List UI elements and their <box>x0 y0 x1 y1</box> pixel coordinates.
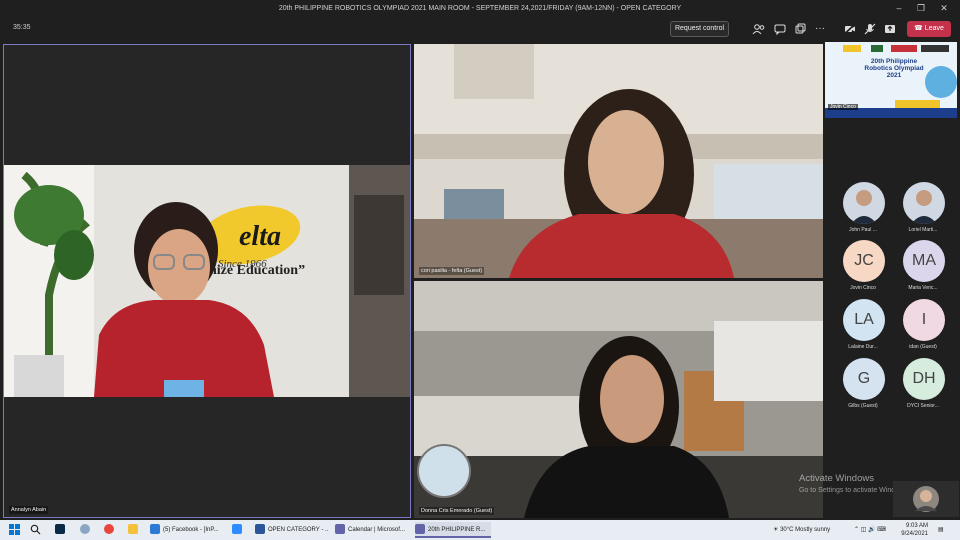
taskbar-app-button[interactable]: OPEN CATEGORY - ... <box>255 522 329 538</box>
chat-icon[interactable] <box>773 22 787 36</box>
maximize-icon[interactable]: ❐ <box>910 0 932 17</box>
minimize-icon[interactable]: – <box>888 0 910 17</box>
participant-item[interactable]: Loriel Marti... <box>897 182 947 242</box>
participant-name: Jovin Cinco <box>850 285 876 291</box>
phone-icon: ☎ <box>914 25 925 32</box>
self-view-feed <box>913 486 939 512</box>
app-icon <box>255 524 265 535</box>
app-icon <box>335 524 345 535</box>
camera-off-icon[interactable] <box>843 22 857 36</box>
participant-item[interactable]: JC Jovin Cinco <box>837 240 887 300</box>
video-feed-cori <box>414 44 823 278</box>
video-tile-donna[interactable]: Donna Cris Emerado (Guest) <box>414 281 823 518</box>
participants-panel: 20th Philippine Robotics Olympiad 2021 J… <box>825 42 960 520</box>
file-explorer-icon[interactable] <box>128 522 142 538</box>
participant-item[interactable]: MA Maria Venc... <box>897 240 947 300</box>
video-feed-donna <box>414 281 823 518</box>
participant-name-label: Annalyn Abain <box>9 506 49 514</box>
activate-windows-title: Activate Windows <box>799 473 874 484</box>
svg-text:elta: elta <box>239 221 281 252</box>
participant-name: John Paul ... <box>849 227 877 233</box>
taskbar-app-button[interactable] <box>232 522 246 538</box>
weather-icon: ☀ <box>773 527 779 533</box>
participant-name: Gilbs (Guest) <box>848 403 878 409</box>
windows-taskbar: (5) Facebook - [InP... OPEN CATEGORY - ..… <box>0 520 960 540</box>
participant-name-label: Donna Cris Emerado (Guest) <box>419 507 495 515</box>
participant-name: DYCI Senior... <box>907 403 939 409</box>
participant-avatar <box>843 182 885 224</box>
taskbar-app-button[interactable]: (5) Facebook - [InP... <box>150 522 226 538</box>
participant-item[interactable]: G Gilbs (Guest) <box>837 358 887 418</box>
video-tile-cori[interactable]: cori pasilia - felta (Guest) <box>414 44 823 278</box>
participant-item[interactable]: LA Lalaine Dur... <box>837 299 887 359</box>
window-title: 20th PHILIPPINE ROBOTICS OLYMPIAD 2021 M… <box>278 5 682 12</box>
video-tile-annalyn[interactable]: elta Since 1966 nize Education” Annalyn … <box>3 44 411 518</box>
system-tray-icons[interactable]: ⌃ ◫ 🔊 ⌨ <box>854 522 886 538</box>
participant-avatar: DH <box>903 358 945 400</box>
clock-time: 9:03 AM <box>905 523 928 529</box>
participant-item[interactable]: John Paul ... <box>837 182 887 242</box>
participant-name: Loriel Marti... <box>908 227 938 233</box>
taskbar-app-label: Calendar | Microsof... <box>348 527 405 533</box>
participant-name: Lalaine Dur... <box>848 344 878 350</box>
participant-name: Maria Venc... <box>908 285 938 291</box>
app-icon <box>150 524 160 535</box>
request-control-button[interactable]: Request control <box>670 21 729 37</box>
meeting-toolbar: 35:35 Request control ··· ☎ Leave <box>0 17 960 42</box>
share-icon[interactable] <box>883 22 897 36</box>
participant-avatar: I <box>903 299 945 341</box>
more-icon[interactable]: ··· <box>813 22 827 36</box>
taskbar-app-label: 20th PHILIPPINE R... <box>428 527 486 533</box>
taskbar-app-button[interactable]: 20th PHILIPPINE R... <box>415 522 491 538</box>
taskbar-app-button[interactable]: Calendar | Microsof... <box>335 522 411 538</box>
app-icon <box>415 524 425 535</box>
taskbar-app-label: OPEN CATEGORY - ... <box>268 527 329 533</box>
mic-off-icon[interactable] <box>863 22 877 36</box>
participant-name: idan (Guest) <box>909 344 937 350</box>
window-title-bar: 20th PHILIPPINE ROBOTICS OLYMPIAD 2021 M… <box>0 0 960 17</box>
participant-avatar: LA <box>843 299 885 341</box>
video-feed-annalyn: elta Since 1966 nize Education” <box>4 165 410 397</box>
search-icon[interactable] <box>30 522 44 538</box>
taskbar-app-label: (5) Facebook - [InP... <box>163 527 219 533</box>
people-icon[interactable] <box>752 22 766 36</box>
participant-name-label: cori pasilia - felta (Guest) <box>419 267 485 275</box>
participant-item[interactable]: Iidan (Guest) <box>897 299 947 359</box>
participant-item[interactable]: DH DYCI Senior... <box>897 358 947 418</box>
clock[interactable]: 9:03 AM 9/24/2021 <box>900 522 928 538</box>
photoshop-icon[interactable] <box>55 522 69 538</box>
leave-label: Leave <box>924 25 944 32</box>
participant-avatar <box>903 182 945 224</box>
close-icon[interactable]: ✕ <box>933 0 955 17</box>
windows-start-icon[interactable] <box>6 522 22 538</box>
svg-text:nize Education”: nize Education” <box>209 263 305 278</box>
weather-text: 30°C Mostly sunny <box>780 527 831 533</box>
notifications-icon[interactable]: ▤ <box>938 522 944 538</box>
leave-button[interactable]: ☎ Leave <box>907 21 951 37</box>
chrome-icon[interactable] <box>104 522 118 538</box>
participant-avatar: JC <box>843 240 885 282</box>
reactions-icon[interactable] <box>793 22 807 36</box>
app-icon[interactable] <box>80 522 94 538</box>
participant-avatar: MA <box>903 240 945 282</box>
self-view-tile[interactable] <box>893 481 959 517</box>
poster-presenter-name: Jovin Cinco <box>828 104 858 110</box>
weather-widget[interactable]: ☀ 30°C Mostly sunny <box>773 522 830 538</box>
meeting-timer: 35:35 <box>13 24 31 31</box>
poster-title: 20th Philippine Robotics Olympiad 2021 <box>864 58 924 79</box>
app-icon <box>232 524 242 535</box>
shared-poster-tile[interactable]: 20th Philippine Robotics Olympiad 2021 J… <box>825 42 957 118</box>
clock-date: 9/24/2021 <box>901 531 928 537</box>
participant-avatar: G <box>843 358 885 400</box>
